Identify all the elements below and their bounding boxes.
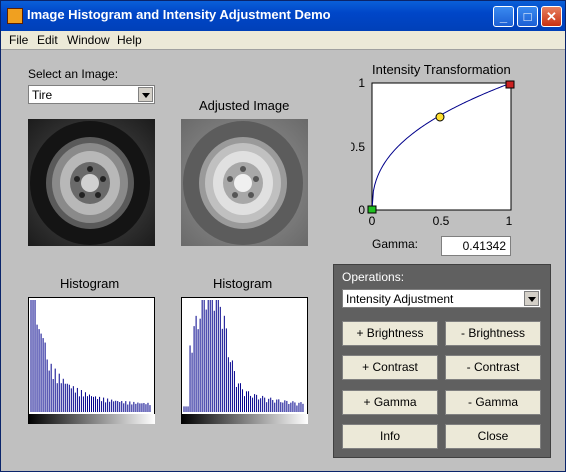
increase-brightness-button[interactable]: + Brightness bbox=[342, 321, 438, 346]
transform-plot: 1 0.5 0 0 0.5 1 bbox=[351, 76, 515, 228]
maximize-button[interactable]: □ bbox=[517, 6, 538, 27]
x-tick-label: 1 bbox=[506, 214, 513, 228]
histogram2-label: Histogram bbox=[213, 276, 273, 291]
image-select-value: Tire bbox=[32, 88, 53, 102]
original-histogram-bars bbox=[30, 300, 151, 412]
select-image-label: Select an Image: bbox=[28, 67, 119, 81]
close-window-button[interactable]: ✕ bbox=[541, 6, 562, 27]
histogram1-label: Histogram bbox=[60, 276, 120, 291]
matlab-icon bbox=[7, 8, 23, 24]
chevron-down-icon[interactable] bbox=[138, 87, 153, 102]
start-point-handle[interactable] bbox=[367, 205, 377, 214]
operation-select[interactable]: Intensity Adjustment bbox=[342, 289, 541, 308]
x-tick-label: 0.5 bbox=[433, 214, 450, 228]
operation-select-value: Intensity Adjustment bbox=[346, 292, 454, 306]
adjusted-image bbox=[181, 119, 308, 246]
minimize-button[interactable]: _ bbox=[493, 6, 514, 27]
title-bar[interactable]: Image Histogram and Intensity Adjustment… bbox=[1, 1, 565, 31]
window-title: Image Histogram and Intensity Adjustment… bbox=[27, 7, 331, 22]
app-window: Image Histogram and Intensity Adjustment… bbox=[0, 0, 566, 472]
gray-colorbar bbox=[181, 414, 308, 424]
increase-contrast-button[interactable]: + Contrast bbox=[342, 355, 438, 380]
original-image bbox=[28, 119, 155, 246]
gamma-value-field[interactable]: 0.41342 bbox=[441, 236, 511, 256]
end-point-handle[interactable] bbox=[505, 80, 515, 89]
x-tick-label: 0 bbox=[369, 214, 376, 228]
menu-bar: File Edit Window Help bbox=[1, 31, 565, 50]
adjusted-histogram-bars bbox=[183, 300, 304, 412]
info-button[interactable]: Info bbox=[342, 424, 438, 449]
operations-panel: Operations: Intensity Adjustment + Brigh… bbox=[333, 264, 551, 458]
y-tick-label: 1 bbox=[358, 76, 365, 90]
y-tick-label: 0.5 bbox=[351, 140, 365, 154]
menu-help[interactable]: Help bbox=[117, 33, 142, 47]
y-tick-label: 0 bbox=[358, 203, 365, 217]
decrease-gamma-button[interactable]: - Gamma bbox=[445, 390, 541, 415]
menu-file[interactable]: File bbox=[9, 33, 28, 47]
decrease-contrast-button[interactable]: - Contrast bbox=[445, 355, 541, 380]
gamma-label: Gamma: bbox=[372, 237, 419, 251]
gamma-point-handle[interactable] bbox=[435, 112, 445, 122]
adjusted-histogram bbox=[181, 297, 308, 424]
gray-colorbar bbox=[28, 414, 155, 424]
operations-title: Operations: bbox=[342, 270, 405, 284]
chevron-down-icon[interactable] bbox=[524, 291, 539, 306]
increase-gamma-button[interactable]: + Gamma bbox=[342, 390, 438, 415]
close-button[interactable]: Close bbox=[445, 424, 541, 449]
menu-edit[interactable]: Edit bbox=[37, 33, 58, 47]
original-histogram bbox=[28, 297, 155, 424]
adjusted-image-label: Adjusted Image bbox=[199, 98, 290, 113]
plot-area bbox=[371, 82, 512, 211]
image-select[interactable]: Tire bbox=[28, 85, 155, 104]
decrease-brightness-button[interactable]: - Brightness bbox=[445, 321, 541, 346]
menu-window[interactable]: Window bbox=[67, 33, 110, 47]
